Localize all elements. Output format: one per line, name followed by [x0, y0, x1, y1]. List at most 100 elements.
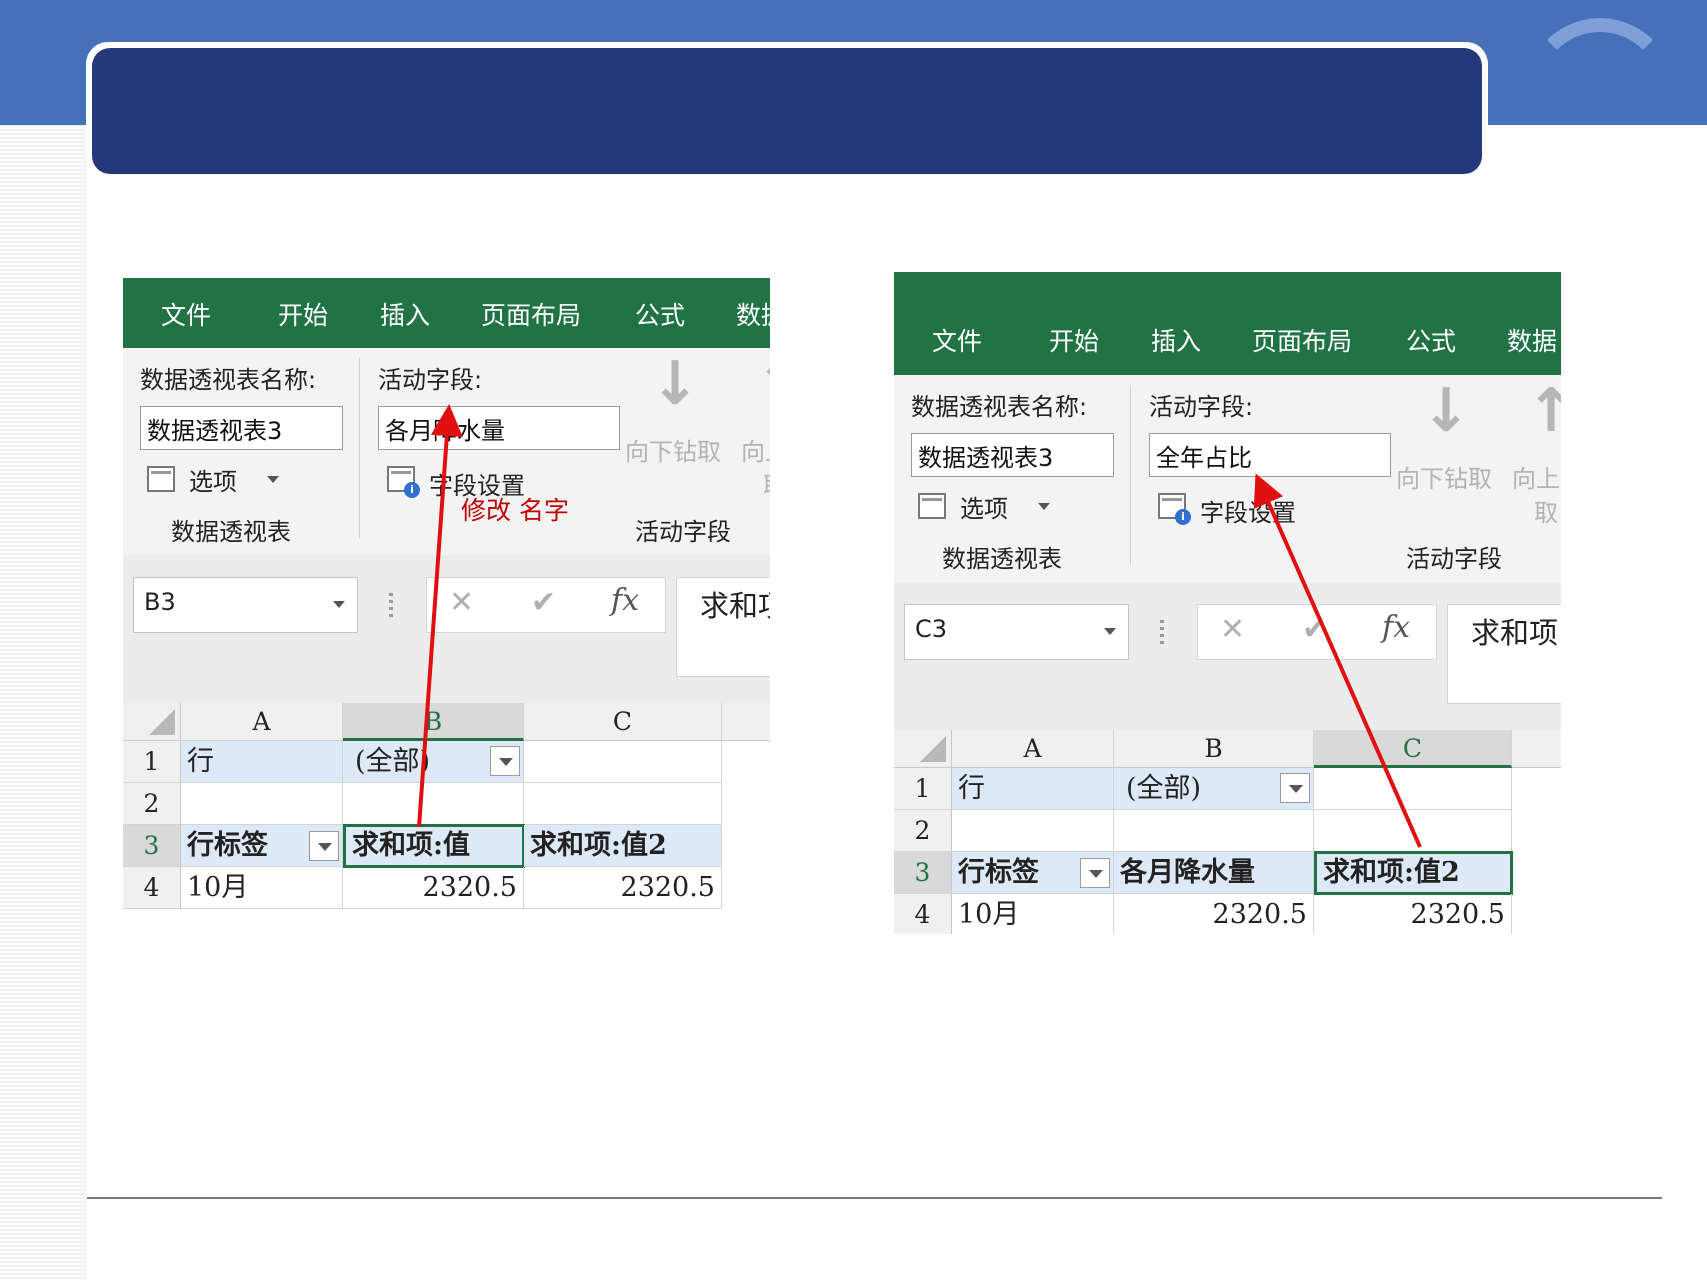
cell-c4[interactable]: 2320.5 [1314, 894, 1512, 934]
formula-bar: C3 ✕ ✔ fx 求和项 [894, 582, 1561, 730]
row-label-dropdown-button[interactable] [1080, 858, 1110, 888]
formula-text: 求和项 [700, 589, 770, 623]
tab-formulas[interactable]: 公式 [635, 296, 685, 332]
formula-text: 求和项 [1471, 616, 1559, 650]
tab-file[interactable]: 文件 [932, 322, 982, 358]
name-box-value: B3 [144, 588, 176, 616]
drill-down-arrow-icon: ↓ [1421, 376, 1472, 446]
tab-home[interactable]: 开始 [1049, 322, 1099, 358]
cancel-icon[interactable]: ✕ [449, 585, 474, 620]
row-header-2[interactable]: 2 [894, 810, 952, 852]
tab-insert[interactable]: 插入 [1151, 322, 1201, 358]
cell-c1[interactable] [524, 741, 722, 783]
select-all-corner[interactable] [123, 703, 181, 741]
splitter-handle[interactable] [1160, 620, 1164, 644]
pivot-name-input[interactable]: 数据透视表3 [140, 406, 343, 450]
row-header-4[interactable]: 4 [894, 894, 952, 934]
field-settings-button[interactable]: 字段设置 [1200, 493, 1296, 528]
drill-up-button[interactable]: 向上 [1512, 459, 1560, 494]
annotation-rename: 修改 名字 [461, 496, 569, 525]
cell-b3[interactable]: 各月降水量 [1114, 852, 1314, 894]
cell-b4[interactable]: 2320.5 [343, 867, 524, 909]
cell-c1[interactable] [1314, 768, 1512, 810]
name-box[interactable]: B3 [133, 577, 358, 633]
slide: 文件 开始 插入 页面布局 公式 数据 数据透视表名称: 数据透视表3 选项 数… [0, 0, 1707, 1280]
options-button[interactable]: 选项 [960, 489, 1008, 524]
tab-page-layout[interactable]: 页面布局 [1252, 322, 1352, 358]
column-header-d[interactable] [722, 703, 770, 741]
cell-b3[interactable]: 求和项:值 [343, 824, 525, 868]
cell-c4[interactable]: 2320.5 [524, 867, 722, 909]
row-header-1[interactable]: 1 [894, 768, 952, 810]
row-header-1[interactable]: 1 [123, 741, 181, 783]
tab-data[interactable]: 数据 [1507, 322, 1557, 358]
row-label-dropdown-button[interactable] [309, 831, 339, 861]
chevron-down-icon[interactable] [1038, 503, 1050, 510]
row-header-3[interactable]: 3 [123, 825, 181, 867]
drill-down-button[interactable]: 向下钻取 [625, 432, 721, 467]
options-icon [918, 493, 946, 519]
group-label-active-field: 活动字段 [635, 518, 731, 546]
cell-a2[interactable] [181, 783, 343, 825]
column-header-a[interactable]: A [181, 703, 343, 741]
name-box-chevron-icon[interactable] [333, 601, 345, 608]
name-box[interactable]: C3 [904, 604, 1129, 660]
drill-up-button[interactable]: 向上 [741, 432, 770, 467]
ribbon-tabs: 文件 开始 插入 页面布局 公式 数据 [123, 278, 770, 348]
cell-b2[interactable] [343, 783, 524, 825]
footer-divider [87, 1197, 1662, 1199]
group-label-pivot: 数据透视表 [171, 518, 291, 546]
active-field-input[interactable]: 各月降水量 [378, 406, 620, 450]
tab-file[interactable]: 文件 [161, 296, 211, 332]
insert-function-icon[interactable]: fx [1382, 610, 1410, 645]
right-screenshot: 文件 开始 插入 页面布局 公式 数据 数据透视表名称: 数据透视表3 选项 数… [894, 272, 1561, 934]
cell-a2[interactable] [952, 810, 1114, 852]
group-separator [1130, 385, 1131, 565]
drill-up-arrow-icon: ↑ [1526, 376, 1561, 446]
options-button[interactable]: 选项 [189, 462, 237, 497]
filter-dropdown-button[interactable] [1280, 773, 1310, 803]
cancel-icon[interactable]: ✕ [1220, 612, 1245, 647]
pivot-name-label: 数据透视表名称: [911, 393, 1088, 421]
confirm-icon[interactable]: ✔ [531, 585, 556, 620]
tab-insert[interactable]: 插入 [380, 296, 430, 332]
tab-page-layout[interactable]: 页面布局 [481, 296, 581, 332]
cell-a4[interactable]: 10月 [952, 894, 1114, 934]
cell-a4[interactable]: 10月 [181, 867, 343, 909]
splitter-handle[interactable] [389, 593, 393, 617]
row-header-4[interactable]: 4 [123, 867, 181, 909]
select-all-corner[interactable] [894, 730, 952, 768]
column-header-a[interactable]: A [952, 730, 1114, 768]
cell-c3[interactable]: 求和项:值2 [1314, 851, 1513, 895]
cell-c3[interactable]: 求和项:值2 [524, 825, 722, 867]
column-header-b[interactable]: B [1114, 730, 1314, 768]
info-icon: i [1175, 509, 1191, 525]
worksheet-grid: A B C 1 2 3 4 行 (全部) 行标签 各月降水量 求和项:值2 10… [894, 730, 1561, 934]
active-field-input[interactable]: 全年占比 [1149, 433, 1391, 477]
cell-b2[interactable] [1114, 810, 1314, 852]
chevron-down-icon[interactable] [267, 476, 279, 483]
insert-function-icon[interactable]: fx [611, 583, 639, 618]
filter-dropdown-button[interactable] [490, 746, 520, 776]
column-header-d[interactable] [1512, 730, 1561, 768]
row-header-3[interactable]: 3 [894, 852, 952, 894]
drill-up-arrow-icon: ↑ [755, 354, 770, 414]
column-header-c[interactable]: C [524, 703, 722, 741]
confirm-icon[interactable]: ✔ [1302, 612, 1327, 647]
pivot-name-input[interactable]: 数据透视表3 [911, 433, 1114, 477]
cell-b4[interactable]: 2320.5 [1114, 894, 1314, 934]
cell-a1[interactable]: 行 [181, 741, 343, 783]
row-header-2[interactable]: 2 [123, 783, 181, 825]
cell-a1[interactable]: 行 [952, 768, 1114, 810]
tab-data[interactable]: 数据 [736, 296, 770, 332]
column-header-c[interactable]: C [1314, 730, 1512, 768]
drill-down-button[interactable]: 向下钻取 [1396, 459, 1492, 494]
tab-formulas[interactable]: 公式 [1406, 322, 1456, 358]
tab-home[interactable]: 开始 [278, 296, 328, 332]
cell-c2[interactable] [1314, 810, 1512, 852]
column-header-b[interactable]: B [343, 703, 524, 741]
active-field-label: 活动字段: [378, 366, 483, 394]
name-box-chevron-icon[interactable] [1104, 628, 1116, 635]
cell-c2[interactable] [524, 783, 722, 825]
left-screenshot: 文件 开始 插入 页面布局 公式 数据 数据透视表名称: 数据透视表3 选项 数… [123, 278, 770, 918]
